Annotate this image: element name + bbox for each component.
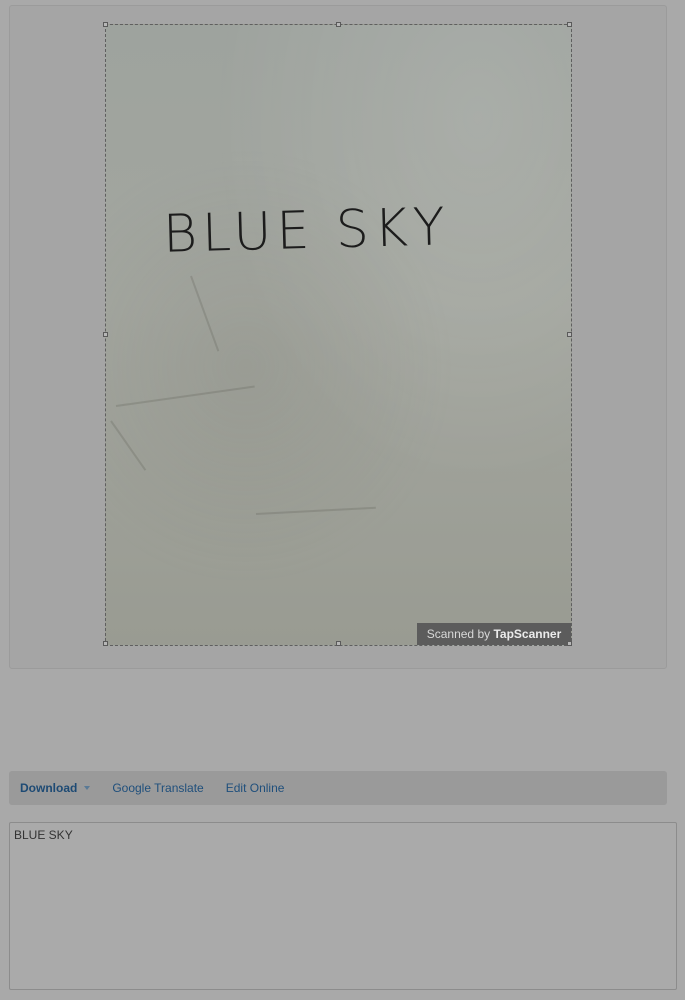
crop-handle-left[interactable] bbox=[103, 332, 108, 337]
crop-handle-bottom-left[interactable] bbox=[103, 641, 108, 646]
crop-handle-top[interactable] bbox=[336, 22, 341, 27]
download-button[interactable]: Download bbox=[9, 781, 101, 795]
result-toolbar: Download Google Translate Edit Online bbox=[9, 771, 667, 805]
scanned-image[interactable]: BLUE SKY Scanned by TapScanner bbox=[105, 24, 572, 646]
crop-handle-bottom[interactable] bbox=[336, 641, 341, 646]
paper-crease bbox=[255, 506, 376, 515]
crop-handle-bottom-right[interactable] bbox=[567, 641, 572, 646]
chevron-down-icon[interactable] bbox=[84, 786, 91, 790]
scanner-watermark: Scanned by TapScanner bbox=[417, 623, 571, 645]
crop-handle-right[interactable] bbox=[567, 332, 572, 337]
crop-handle-top-right[interactable] bbox=[567, 22, 572, 27]
paper-crease bbox=[115, 385, 255, 407]
recognized-text-area[interactable]: BLUE SKY bbox=[9, 822, 677, 990]
edit-online-link[interactable]: Edit Online bbox=[215, 781, 296, 795]
handwritten-text: BLUE SKY bbox=[162, 197, 451, 265]
download-label: Download bbox=[20, 781, 78, 795]
paper-crease bbox=[110, 420, 147, 471]
google-translate-link[interactable]: Google Translate bbox=[101, 781, 214, 795]
crop-handle-top-left[interactable] bbox=[103, 22, 108, 27]
paper-crease bbox=[190, 275, 220, 352]
